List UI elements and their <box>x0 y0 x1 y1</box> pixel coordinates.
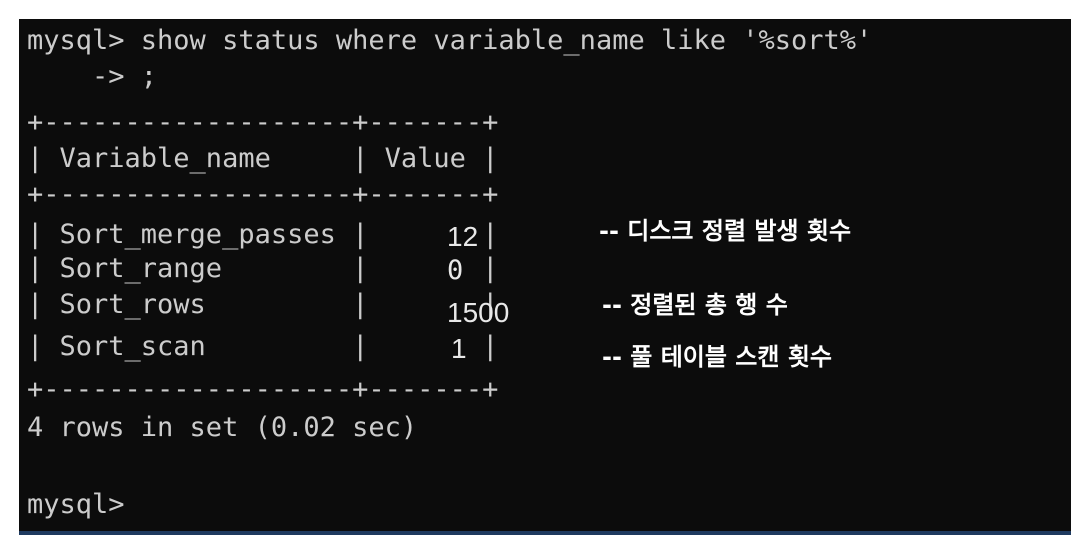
table-row: | Sort_merge_passes | | <box>27 219 499 250</box>
table-row: | Sort_rows | | <box>27 289 499 320</box>
table-row: | Sort_scan | | <box>27 331 499 362</box>
table-border-top: +-------------------+-------+ <box>27 107 499 138</box>
row-note: -- 풀 테이블 스캔 횟수 <box>602 343 832 371</box>
row-value: 12 <box>447 221 479 252</box>
result-line: 4 rows in set (0.02 sec) <box>27 412 418 443</box>
table-border-mid: +-------------------+-------+ <box>27 179 499 210</box>
row-note: -- 디스크 정렬 발생 횟수 <box>599 217 852 245</box>
row-note: -- 정렬된 총 행 수 <box>602 291 788 319</box>
table-header-row: | Variable_name | Value | <box>27 143 499 174</box>
row-value: 1500 <box>447 297 510 328</box>
command-line: mysql> show status where variable_name l… <box>27 25 873 56</box>
terminal-window[interactable]: mysql> show status where variable_name l… <box>19 19 1071 535</box>
table-row: | Sort_range | | <box>27 253 499 284</box>
row-value: 0 <box>447 255 464 286</box>
continuation-line: -> ; <box>27 61 158 92</box>
mysql-prompt[interactable]: mysql> <box>27 489 125 521</box>
table-border-bottom: +-------------------+-------+ <box>27 374 499 405</box>
row-value: 1 <box>451 333 467 364</box>
